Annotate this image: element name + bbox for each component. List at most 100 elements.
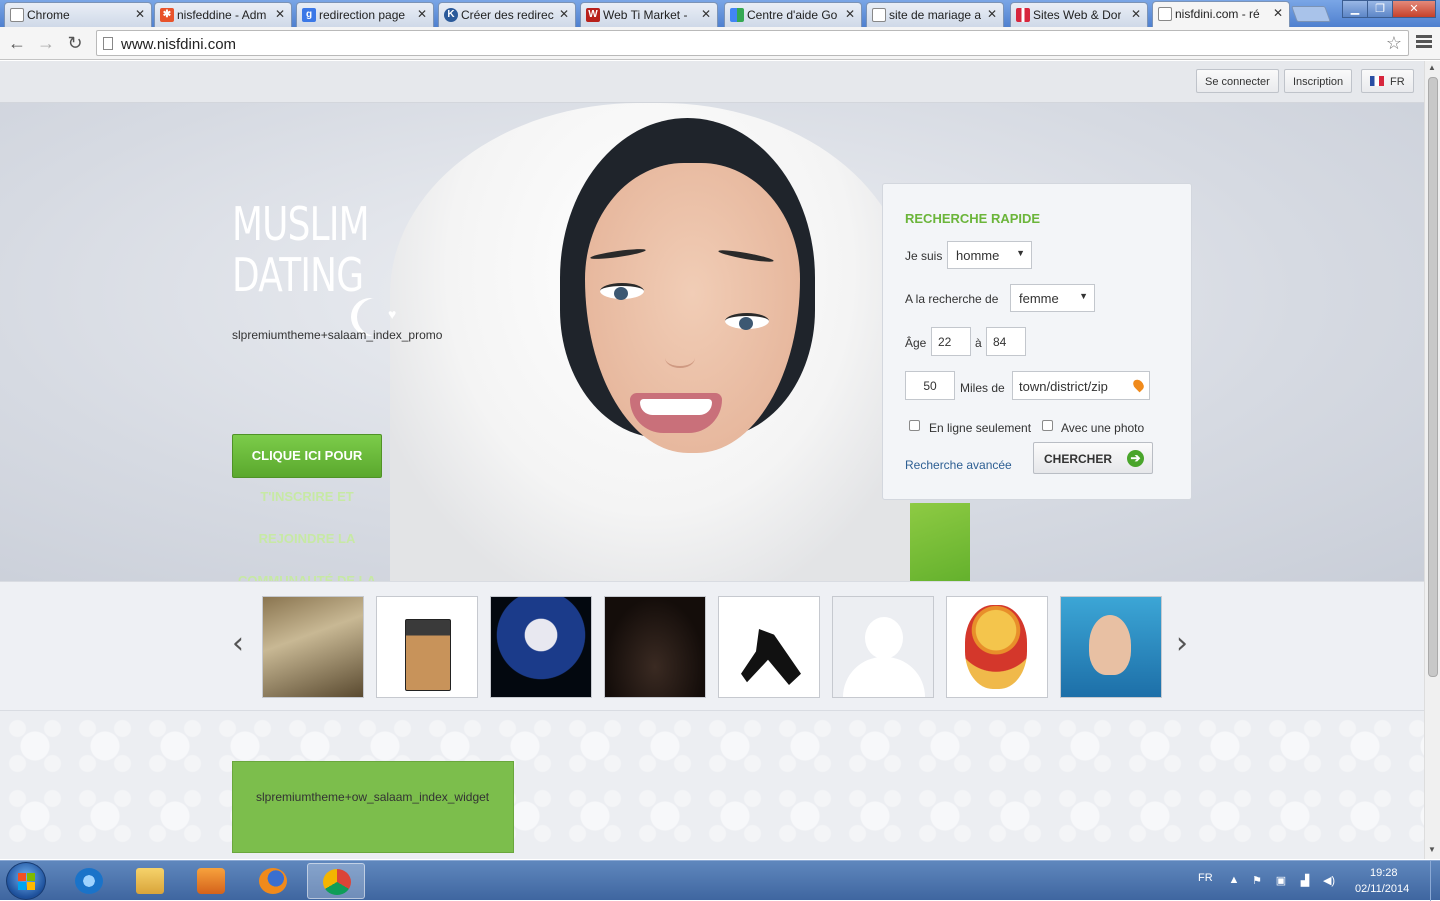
close-icon[interactable]: ✕ bbox=[275, 7, 285, 21]
internet-explorer-app[interactable] bbox=[60, 863, 118, 899]
member-photo-winnie[interactable] bbox=[946, 596, 1048, 698]
ovh-icon: K bbox=[444, 8, 458, 22]
chrome-menu-icon[interactable] bbox=[1416, 35, 1432, 50]
flag-icon bbox=[1016, 8, 1030, 22]
show-hidden-icons-icon[interactable]: ▲ bbox=[1227, 874, 1241, 887]
tab-redirection[interactable]: g redirection page ✕ bbox=[296, 2, 434, 27]
firefox-app[interactable] bbox=[244, 863, 302, 899]
tab-nisfeddine[interactable]: ✱ nisfeddine - Adm ✕ bbox=[154, 2, 292, 27]
close-icon[interactable]: ✕ bbox=[417, 7, 427, 21]
member-photo-night[interactable] bbox=[604, 596, 706, 698]
reload-icon[interactable]: ↻ bbox=[65, 33, 85, 53]
tab-centre-aide[interactable]: Centre d'aide Go ✕ bbox=[724, 2, 862, 27]
close-icon[interactable]: ✕ bbox=[701, 7, 711, 21]
clock-time[interactable]: 19:28 bbox=[1370, 867, 1398, 879]
windows-logo-pane bbox=[18, 882, 26, 890]
tab-chrome[interactable]: Chrome ✕ bbox=[4, 2, 152, 27]
minimize-icon[interactable]: ▁ bbox=[1342, 0, 1368, 18]
distance-input[interactable]: 50 bbox=[905, 371, 955, 400]
left-eye bbox=[600, 283, 644, 300]
site-logo[interactable]: MUSLIM DATING bbox=[232, 199, 370, 302]
close-icon[interactable]: ✕ bbox=[987, 7, 997, 21]
close-icon[interactable]: ✕ bbox=[845, 7, 855, 21]
tray-app-icon[interactable]: ▣ bbox=[1274, 874, 1288, 887]
file-explorer-app[interactable] bbox=[121, 863, 179, 899]
tab-sites-web[interactable]: Sites Web & Dor ✕ bbox=[1010, 2, 1148, 27]
hero-portrait-image bbox=[360, 103, 970, 581]
tab-label: Chrome bbox=[27, 8, 70, 22]
carousel-prev-arrow-icon[interactable]: ‹ bbox=[232, 626, 244, 661]
close-icon[interactable]: ✕ bbox=[135, 7, 145, 21]
tab-label: site de mariage a bbox=[889, 8, 982, 22]
looking-for-select[interactable]: femme ▼ bbox=[1010, 284, 1095, 312]
bookmark-star-icon[interactable]: ☆ bbox=[1386, 33, 1402, 54]
online-only-label[interactable]: En ligne seulement bbox=[929, 421, 1031, 435]
age-to-label: à bbox=[975, 336, 982, 350]
location-input[interactable]: town/district/zip bbox=[1012, 371, 1150, 400]
close-icon[interactable]: ✕ bbox=[1131, 7, 1141, 21]
file-explorer-icon bbox=[136, 868, 164, 894]
tab-label: nisfeddine - Adm bbox=[177, 8, 267, 22]
action-center-icon[interactable]: ⚑ bbox=[1250, 874, 1264, 887]
member-photo-default-avatar[interactable] bbox=[832, 596, 934, 698]
logo-line-2: DATING bbox=[232, 248, 364, 302]
promo-text: slpremiumtheme+salaam_index_promo bbox=[232, 328, 443, 342]
looking-for-label: A la recherche de bbox=[905, 292, 999, 306]
member-photo-child-pool[interactable] bbox=[1060, 596, 1162, 698]
cta-overflow-line[interactable]: T'INSCRIRE ET bbox=[232, 489, 382, 504]
page-icon bbox=[103, 37, 113, 50]
tab-site-mariage[interactable]: site de mariage a ✕ bbox=[866, 2, 1004, 27]
member-photo-moon[interactable] bbox=[490, 596, 592, 698]
register-button[interactable]: Inscription bbox=[1284, 69, 1353, 93]
media-player-app[interactable] bbox=[182, 863, 240, 899]
quick-search-title: RECHERCHE RAPIDE bbox=[905, 211, 1041, 226]
signup-cta-button[interactable]: CLIQUE ICI POUR bbox=[232, 434, 382, 478]
cta-overflow-line[interactable]: REJOINDRE LA bbox=[232, 531, 382, 546]
age-from-input[interactable]: 22 bbox=[931, 327, 971, 356]
page-scrollbar[interactable]: ▲ ▼ bbox=[1424, 61, 1440, 859]
chevron-down-icon: ▼ bbox=[1016, 248, 1025, 258]
restore-icon[interactable]: ❐ bbox=[1367, 0, 1393, 18]
cta-overflow-line[interactable]: COMMUNAUTÉ DE LA bbox=[232, 573, 382, 581]
close-window-icon[interactable]: ✕ bbox=[1392, 0, 1436, 18]
scroll-down-icon[interactable]: ▼ bbox=[1428, 845, 1436, 854]
back-icon[interactable]: ← bbox=[7, 33, 27, 53]
clock-date[interactable]: 02/11/2014 bbox=[1355, 883, 1409, 895]
close-icon[interactable]: ✕ bbox=[1273, 6, 1283, 20]
input-language[interactable]: FR bbox=[1198, 872, 1213, 884]
age-to-input[interactable]: 84 bbox=[986, 327, 1026, 356]
scroll-up-icon[interactable]: ▲ bbox=[1428, 63, 1436, 72]
with-photo-checkbox[interactable] bbox=[1042, 420, 1053, 431]
show-desktop-button[interactable] bbox=[1430, 861, 1440, 901]
i-am-select[interactable]: homme ▼ bbox=[947, 241, 1032, 269]
media-player-icon bbox=[197, 868, 225, 894]
index-widget: slpremiumtheme+ow_salaam_index_widget bbox=[232, 761, 514, 853]
tab-creer-redirections[interactable]: K Créer des redirec ✕ bbox=[438, 2, 576, 27]
tab-nisfdini-active[interactable]: nisfdini.com - ré ✕ bbox=[1152, 1, 1290, 28]
carousel-next-arrow-icon[interactable]: › bbox=[1176, 626, 1188, 661]
with-photo-label[interactable]: Avec une photo bbox=[1061, 421, 1144, 435]
tab-label: Web Ti Market - bbox=[603, 8, 688, 22]
advanced-search-link[interactable]: Recherche avancée bbox=[905, 458, 1012, 472]
location-pin-icon[interactable] bbox=[1131, 377, 1146, 393]
url-text[interactable]: www.nisfdini.com bbox=[121, 36, 236, 53]
close-icon[interactable]: ✕ bbox=[559, 7, 569, 21]
member-photo-perfume[interactable] bbox=[376, 596, 478, 698]
login-button[interactable]: Se connecter bbox=[1196, 69, 1279, 93]
chrome-app[interactable] bbox=[307, 863, 365, 899]
forward-icon[interactable]: → bbox=[36, 33, 56, 53]
address-bar[interactable]: www.nisfdini.com ☆ bbox=[96, 30, 1409, 56]
location-placeholder: town/district/zip bbox=[1019, 379, 1108, 394]
online-only-checkbox[interactable] bbox=[909, 420, 920, 431]
volume-icon[interactable]: ◀) bbox=[1322, 874, 1336, 887]
member-photo-vintage[interactable] bbox=[262, 596, 364, 698]
i-am-label: Je suis bbox=[905, 249, 943, 263]
scrollbar-thumb[interactable] bbox=[1428, 77, 1438, 677]
member-photo-ninja[interactable] bbox=[718, 596, 820, 698]
search-button[interactable]: CHERCHER ➔ bbox=[1033, 442, 1153, 474]
new-tab-button[interactable] bbox=[1291, 6, 1331, 22]
tab-web-ti-market[interactable]: W Web Ti Market - ✕ bbox=[580, 2, 718, 27]
windows-start-icon[interactable] bbox=[6, 862, 46, 900]
network-icon[interactable]: ▟ bbox=[1298, 874, 1312, 887]
language-switcher[interactable]: FR bbox=[1361, 69, 1414, 93]
